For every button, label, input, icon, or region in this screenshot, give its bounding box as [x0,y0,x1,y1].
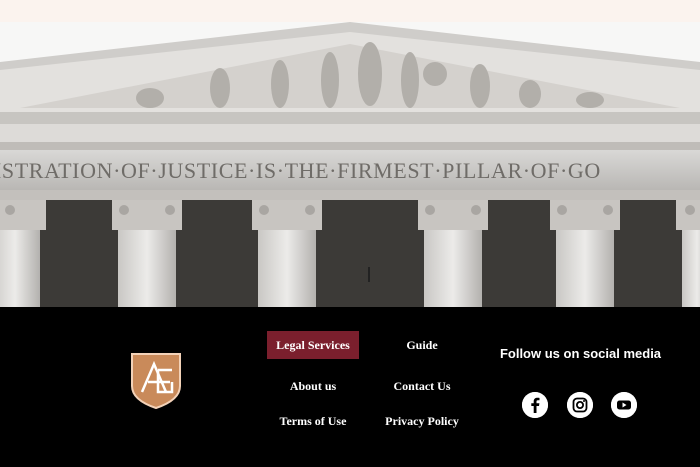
hero-image: ISTRATION·OF·JUSTICE·IS·THE·FIRMEST·PILL… [0,22,700,307]
shield-logo-icon[interactable] [130,352,182,410]
nav-contact-us[interactable]: Contact Us [386,372,458,400]
top-bar [0,0,700,22]
nav-privacy-policy[interactable]: Privacy Policy [381,407,463,435]
nav-guide[interactable]: Guide [392,331,452,359]
nav-about-us[interactable]: About us [280,372,346,400]
social-heading: Follow us on social media [499,346,662,361]
nav-terms-of-use[interactable]: Terms of Use [272,407,354,435]
youtube-icon[interactable] [611,392,637,418]
instagram-icon[interactable] [567,392,593,418]
facebook-icon[interactable] [522,392,548,418]
nav-legal-services[interactable]: Legal Services [267,331,359,359]
courthouse-facade: ISTRATION·OF·JUSTICE·IS·THE·FIRMEST·PILL… [0,22,700,307]
inscription-text: ISTRATION·OF·JUSTICE·IS·THE·FIRMEST·PILL… [0,158,601,183]
